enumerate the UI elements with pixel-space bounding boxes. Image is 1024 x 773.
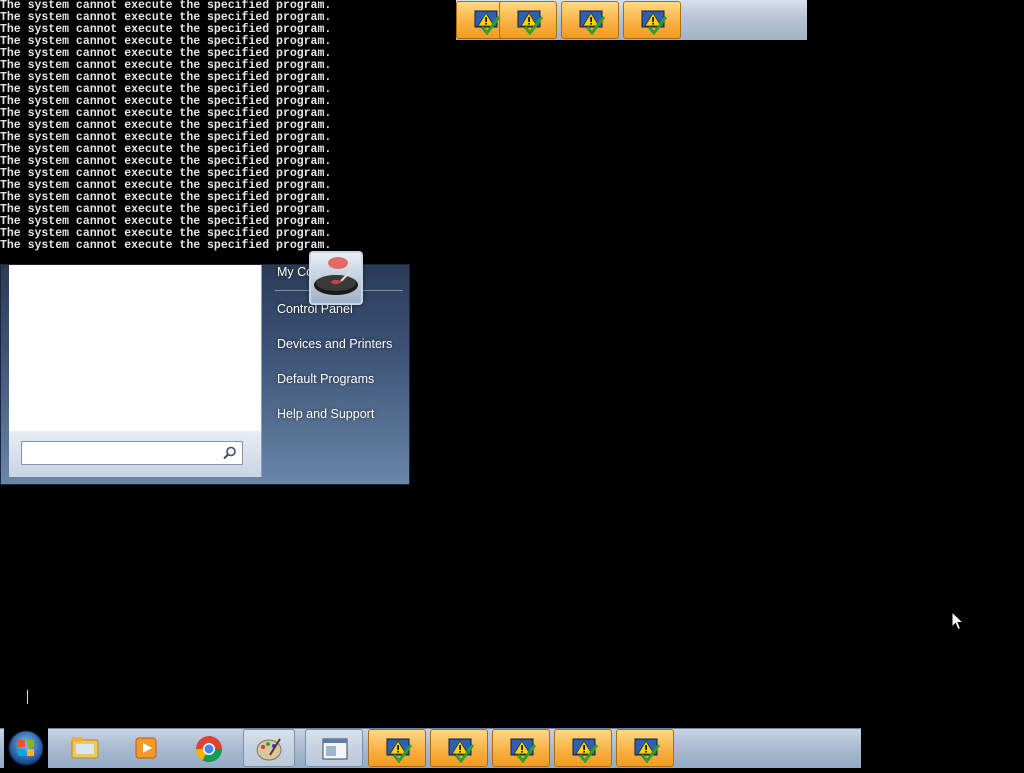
warning-check-icon [510,738,537,763]
mouse-cursor-icon [951,611,965,631]
menu-item-help-and-support[interactable]: Help and Support [277,407,374,421]
menu-item-default-programs[interactable]: Default Programs [277,372,374,386]
menu-item-my-computer[interactable]: My Co [277,265,313,279]
warning-app-button[interactable] [623,1,681,39]
taskbar-window-app[interactable] [305,729,363,767]
folder-icon [71,737,99,759]
chrome-icon [195,736,223,763]
console-output: The system cannot execute the specified … [0,0,400,256]
warning-app-button[interactable] [368,729,426,767]
warning-check-icon [572,738,599,763]
warning-check-icon [579,10,606,35]
warning-check-icon [517,10,544,35]
floating-taskbar-strip [456,0,807,40]
search-input[interactable] [21,441,243,465]
warning-check-icon [474,10,501,35]
window-app-icon [322,738,348,760]
warning-app-button[interactable] [554,729,612,767]
warning-check-icon [641,10,668,35]
warning-app-button[interactable] [492,729,550,767]
paint-palette-icon [256,738,282,761]
text-caret [27,690,28,704]
taskbar-media-player[interactable] [118,729,176,767]
warning-app-button[interactable] [561,1,619,39]
magnifier-icon[interactable] [223,446,237,460]
user-avatar-icon[interactable] [309,251,363,305]
warning-check-icon [634,738,661,763]
warning-app-button[interactable] [499,1,557,39]
warning-check-icon [448,738,475,763]
taskbar-paint[interactable] [243,729,295,767]
media-player-icon [135,737,157,759]
warning-app-button[interactable] [430,729,488,767]
menu-item-devices-and-printers[interactable]: Devices and Printers [277,337,392,351]
windows-orb-icon[interactable] [4,728,48,768]
taskbar-explorer[interactable] [56,729,114,767]
warning-check-icon [386,738,413,763]
warning-app-button[interactable] [616,729,674,767]
taskbar-chrome[interactable] [180,729,238,767]
